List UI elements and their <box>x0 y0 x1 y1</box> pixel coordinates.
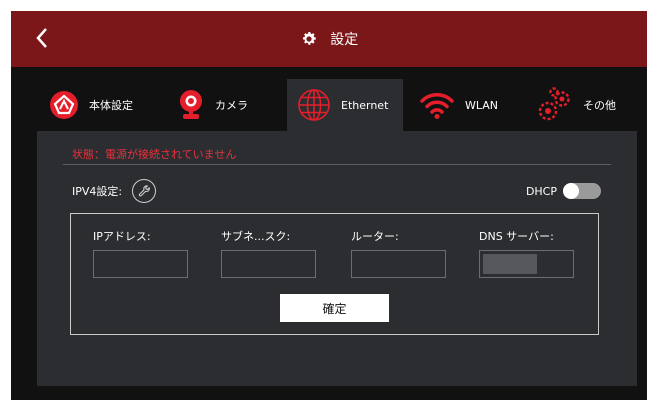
tab-label: カメラ <box>215 99 248 112</box>
input-highlight <box>483 254 537 274</box>
router-field: ルーター: <box>351 228 451 278</box>
tab-bar: 本体設定 カメラ Ethernet WLAN その他 <box>37 79 641 131</box>
page-title: 設定 <box>330 32 359 48</box>
divider <box>63 164 611 165</box>
field-label: IPアドレス: <box>93 230 151 243</box>
tab-label: 本体設定 <box>89 99 133 112</box>
gear-icon <box>302 32 316 45</box>
confirm-button[interactable]: 確定 <box>280 294 389 322</box>
globe-icon <box>298 89 330 121</box>
subnet-mask-input[interactable] <box>221 250 316 278</box>
wrench-icon <box>138 184 150 196</box>
tab-wlan[interactable]: WLAN <box>419 79 519 131</box>
dns-server-field: DNS サーバー: <box>479 228 579 278</box>
tab-other[interactable]: その他 <box>537 79 637 131</box>
tab-label: Ethernet <box>341 98 389 112</box>
subnet-mask-field: サブネ...スク: <box>221 228 321 278</box>
field-label: DNS サーバー: <box>479 230 554 243</box>
toggle-knob <box>563 183 579 199</box>
dhcp-toggle[interactable] <box>563 183 601 199</box>
tab-label: その他 <box>583 99 616 112</box>
tab-ethernet[interactable]: Ethernet <box>287 79 403 131</box>
connection-status: 状態：電源が接続されていません <box>72 148 237 161</box>
ip-settings-box: IPアドレス: サブネ...スク: ルーター: DNS サーバー: 確定 <box>70 213 599 335</box>
router-input[interactable] <box>351 250 446 278</box>
dhcp-row: DHCP <box>526 183 601 199</box>
field-label: ルーター: <box>351 230 399 243</box>
ipv4-settings-button[interactable] <box>132 179 157 203</box>
ip-address-input[interactable] <box>93 250 188 278</box>
ip-address-field: IPアドレス: <box>93 228 193 278</box>
tab-label: WLAN <box>465 98 499 112</box>
title-bar: 設定 <box>11 11 647 67</box>
ipv4-label: IPV4設定: <box>72 185 123 198</box>
webcam-icon <box>180 90 202 119</box>
logo-badge-icon <box>50 91 78 119</box>
field-label: サブネ...スク: <box>221 230 291 243</box>
wifi-icon <box>420 93 454 119</box>
tab-camera[interactable]: カメラ <box>177 79 277 131</box>
dns-server-input[interactable] <box>479 250 574 278</box>
gears-icon <box>538 87 570 121</box>
screen: 設定 本体設定 カメラ Ethernet WLAN その他 状態：電源が接続され… <box>11 11 647 400</box>
ipv4-row: IPV4設定: <box>72 179 157 203</box>
ethernet-panel: 状態：電源が接続されていません IPV4設定: DHCP IPアドレス: サブネ… <box>37 131 637 386</box>
tab-main-settings[interactable]: 本体設定 <box>49 79 159 131</box>
dhcp-label: DHCP <box>525 184 557 198</box>
